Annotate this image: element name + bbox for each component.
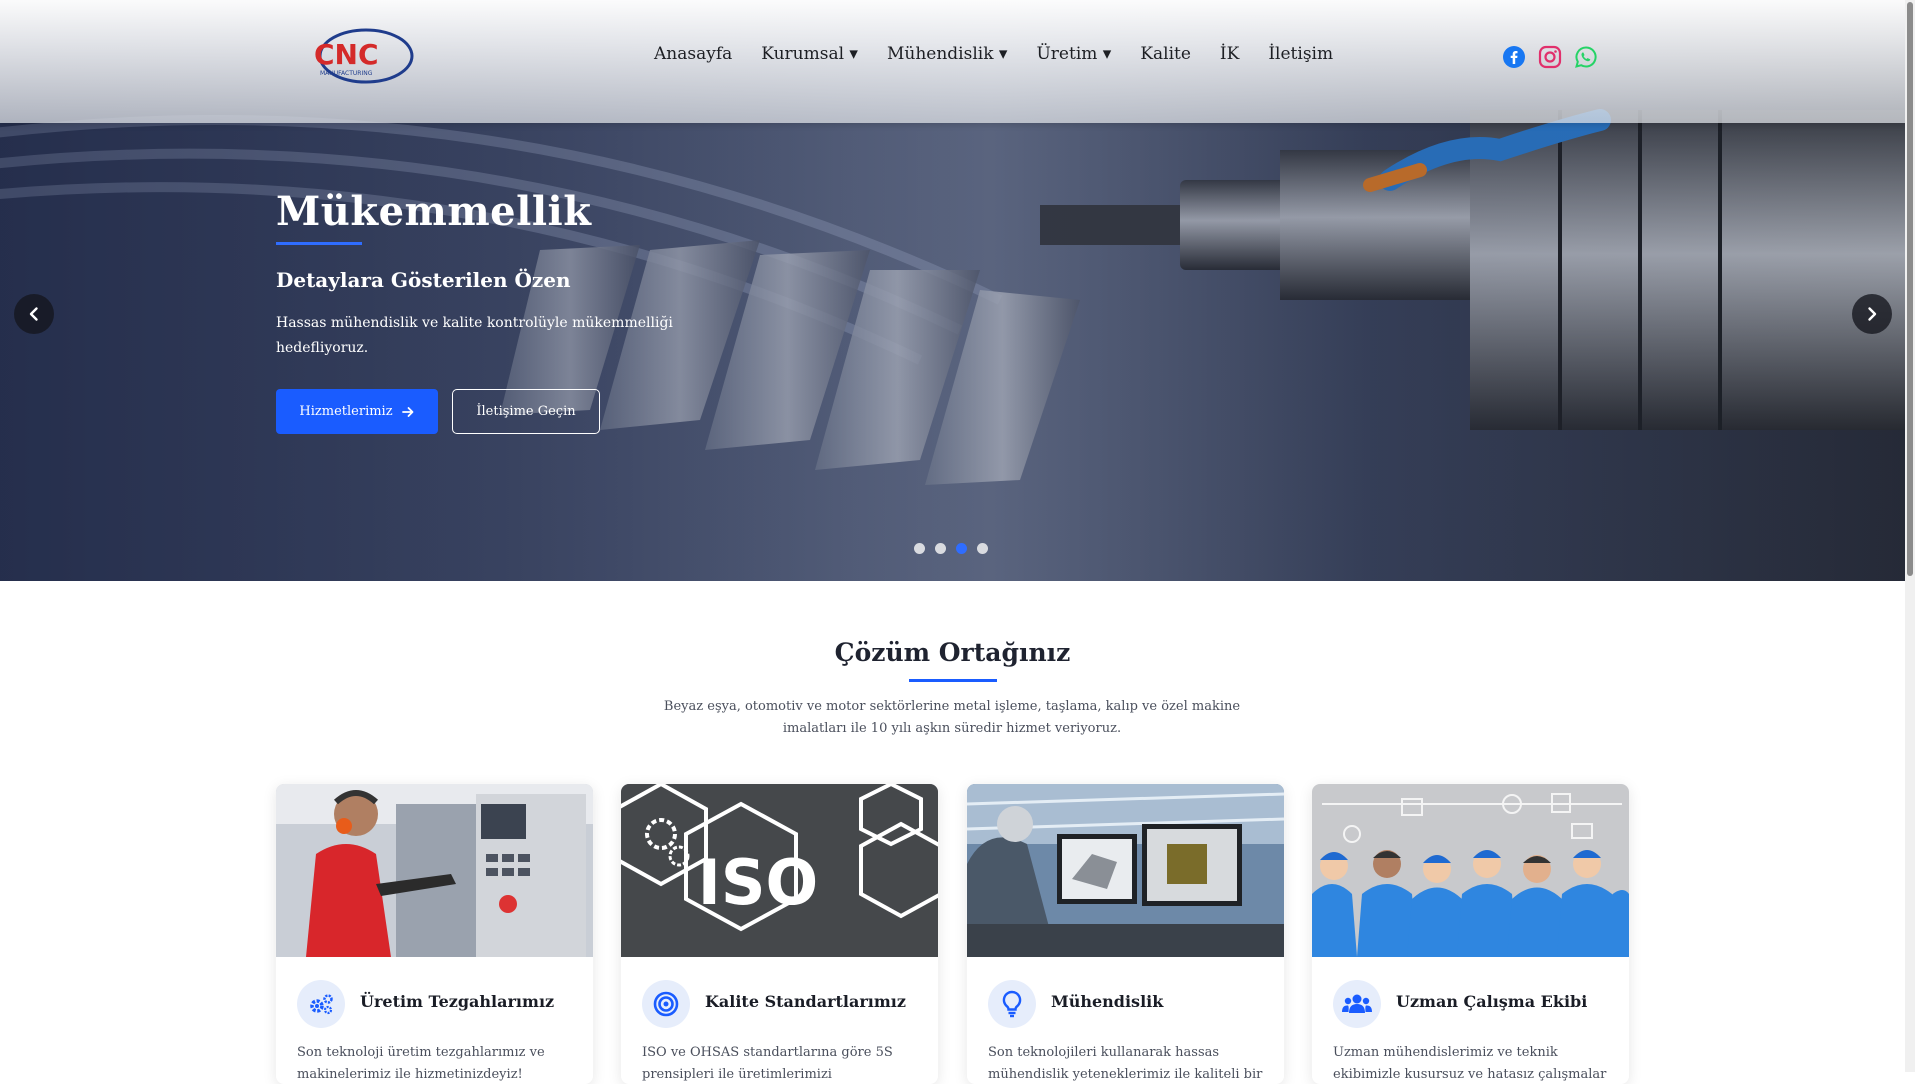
contact-button-label: İletişime Geçin [476, 404, 576, 419]
hero-title-underline [276, 242, 362, 245]
hero-title: Mükemmellik [276, 188, 592, 235]
slider-prev-button[interactable] [14, 294, 54, 334]
nav-kalite[interactable]: Kalite [1140, 44, 1191, 64]
services-button[interactable]: Hizmetlerimiz [276, 389, 438, 434]
card-description: ISO ve OHSAS standartlarına göre 5S pren… [642, 1045, 893, 1082]
svg-text:CNC: CNC [314, 38, 379, 71]
section-title: Çözüm Ortağınız [834, 638, 1071, 667]
chevron-left-icon [29, 307, 38, 321]
card-team[interactable]: Uzman Çalışma Ekibi Uzman mühendislerimi… [1312, 784, 1629, 1084]
hero-subtitle: Detaylara Gösterilen Özen [276, 268, 571, 292]
card-icon-wrap [297, 980, 345, 1028]
slider-next-button[interactable] [1852, 294, 1892, 334]
slider-dot-2[interactable] [935, 543, 946, 554]
services-button-label: Hizmetlerimiz [299, 404, 393, 419]
card-title: Kalite Standartlarımız [705, 992, 906, 1011]
nav-anasayfa[interactable]: Anasayfa [654, 44, 732, 64]
main-nav: Anasayfa Kurumsal ▾ Mühendislik ▾ Üretim… [654, 44, 1362, 64]
card-description: Son teknoloji üretim tezgahlarımız ve ma… [297, 1045, 545, 1082]
whatsapp-icon[interactable] [1574, 45, 1598, 69]
target-icon [653, 991, 679, 1017]
card-image-quality: ISO [621, 784, 938, 957]
card-title: Uzman Çalışma Ekibi [1396, 992, 1588, 1011]
nav-muhendislik[interactable]: Mühendislik ▾ [887, 44, 1007, 64]
card-production[interactable]: Üretim Tezgahlarımız Son teknoloji üreti… [276, 784, 593, 1084]
section-description: Beyaz eşya, otomotiv ve motor sektörleri… [663, 699, 1241, 736]
nav-kurumsal[interactable]: Kurumsal ▾ [761, 44, 858, 64]
card-engineering[interactable]: Mühendislik Son teknolojileri kullanarak… [967, 784, 1284, 1084]
slider-dot-1[interactable] [914, 543, 925, 554]
card-description: Son teknolojileri kullanarak hassas mühe… [988, 1045, 1263, 1082]
scrollbar-thumb[interactable] [1907, 2, 1913, 576]
card-title: Mühendislik [1051, 992, 1164, 1011]
hero-description: Hassas mühendislik ve kalite kontrolüyle… [276, 315, 673, 356]
nav-uretim[interactable]: Üretim ▾ [1036, 44, 1111, 64]
card-title: Üretim Tezgahlarımız [360, 992, 555, 1011]
card-description: Uzman mühendislerimiz ve teknik ekibimiz… [1333, 1045, 1607, 1082]
card-quality[interactable]: ISO Kalite Standartlarımız ISO ve OHSAS … [621, 784, 938, 1084]
card-icon-wrap [642, 980, 690, 1028]
card-image-engineering [967, 784, 1284, 957]
card-image-team [1312, 784, 1629, 957]
slider-dots [914, 543, 988, 554]
site-header: CNC MANUFACTURING Anasayfa Kurumsal ▾ Mü… [0, 0, 1905, 123]
instagram-icon[interactable] [1538, 45, 1562, 69]
card-image-production [276, 784, 593, 957]
facebook-icon[interactable] [1502, 45, 1526, 69]
social-links [1502, 45, 1598, 69]
nav-iletisim[interactable]: İletişim [1268, 44, 1333, 64]
contact-button[interactable]: İletişime Geçin [452, 389, 600, 434]
company-logo[interactable]: CNC MANUFACTURING [310, 26, 414, 86]
lightbulb-icon [1002, 990, 1022, 1018]
gears-icon [310, 994, 333, 1015]
slider-dot-4[interactable] [977, 543, 988, 554]
nav-ik[interactable]: İK [1220, 44, 1239, 64]
iso-image-text: ISO [698, 846, 818, 919]
users-icon [1342, 994, 1372, 1013]
card-icon-wrap [1333, 980, 1381, 1028]
slider-dot-3[interactable] [956, 543, 967, 554]
chevron-right-icon [1868, 307, 1877, 321]
section-title-underline [909, 679, 997, 682]
svg-text:MANUFACTURING: MANUFACTURING [320, 70, 373, 77]
card-icon-wrap [988, 980, 1036, 1028]
arrow-right-icon [401, 406, 413, 417]
